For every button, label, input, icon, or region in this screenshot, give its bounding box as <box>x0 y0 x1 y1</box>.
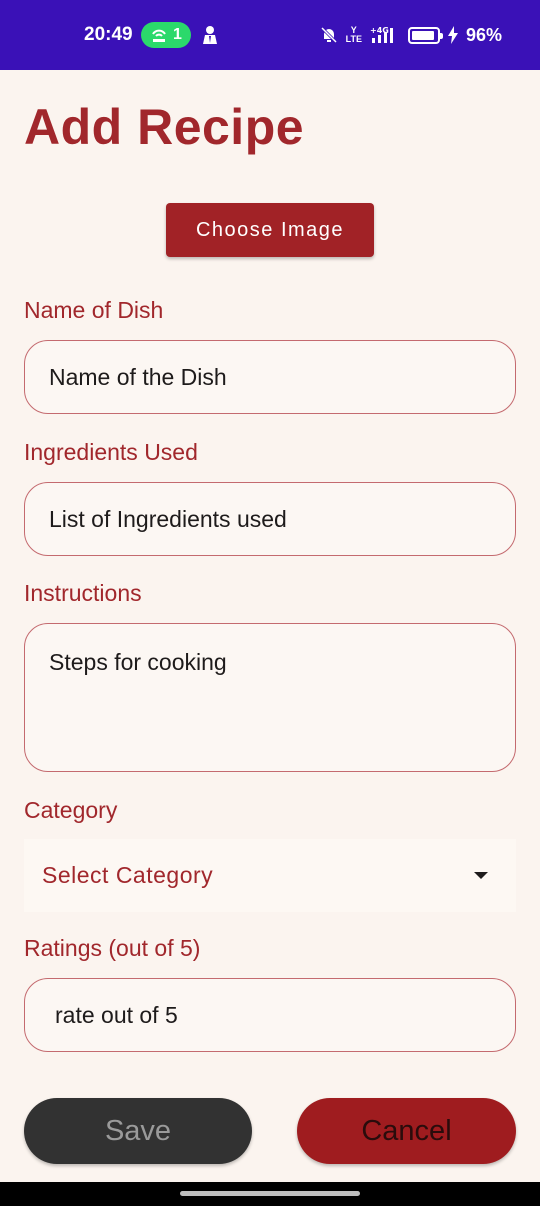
hotspot-count: 1 <box>173 26 182 43</box>
category-selected: Select Category <box>42 862 214 888</box>
user-icon <box>203 26 217 44</box>
name-label: Name of Dish <box>24 297 164 323</box>
battery-icon <box>407 26 443 44</box>
mute-bell-icon <box>320 26 337 44</box>
category-dropdown[interactable]: Select Category <box>24 839 516 912</box>
choose-image-button[interactable]: Choose Image <box>166 203 374 257</box>
navigation-bar <box>0 1182 540 1206</box>
status-right: Y LTE +4G 96% <box>320 22 502 48</box>
battery-percent: 96% <box>465 24 502 45</box>
home-gesture-handle[interactable] <box>180 1191 360 1196</box>
caret-down-icon <box>474 872 488 879</box>
ingredients-input[interactable] <box>24 482 516 556</box>
status-bar: 20:49 1 Y LTE +4G 96% <box>0 0 540 70</box>
category-label: Category <box>24 797 118 823</box>
ratings-input[interactable] <box>24 978 516 1052</box>
page-title: Add Recipe <box>24 99 305 155</box>
ratings-label: Ratings (out of 5) <box>24 935 201 961</box>
status-time: 20:49 <box>84 24 133 45</box>
dish-name-input[interactable] <box>24 340 516 414</box>
ingredients-label: Ingredients Used <box>24 439 198 465</box>
signal-icon: +4G <box>370 26 393 43</box>
save-button[interactable]: Save <box>24 1098 252 1164</box>
lte-indicator: Y LTE <box>345 25 362 44</box>
charging-icon <box>447 26 458 44</box>
instructions-input[interactable] <box>24 623 516 772</box>
cancel-button[interactable]: Cancel <box>297 1098 516 1164</box>
hotspot-icon <box>152 29 166 42</box>
hotspot-badge: 1 <box>141 22 191 48</box>
instructions-label: Instructions <box>24 580 142 606</box>
